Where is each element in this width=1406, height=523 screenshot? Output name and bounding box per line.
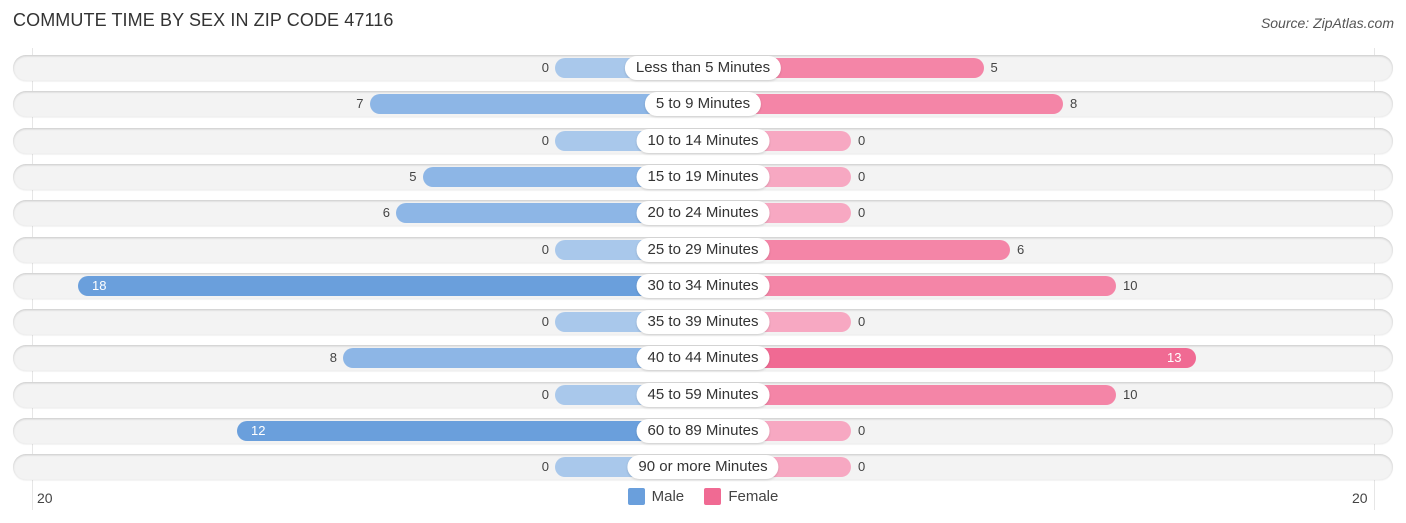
male-value-label: 12: [251, 423, 266, 438]
legend-label-female: Female: [728, 488, 779, 505]
female-value-label: 5: [990, 60, 998, 75]
legend-item-female[interactable]: Female: [704, 488, 778, 505]
category-label: 35 to 39 Minutes: [636, 310, 770, 335]
male-value-label: 0: [541, 459, 549, 475]
female-value-label: 0: [858, 314, 866, 330]
source-label: Source: ZipAtlas.com: [1260, 15, 1394, 31]
legend-swatch-male: [627, 488, 645, 505]
male-value-label: 18: [92, 277, 107, 293]
female-value-label: 8: [1070, 96, 1078, 112]
female-value-label: 0: [858, 132, 866, 148]
category-label: 25 to 29 Minutes: [636, 237, 770, 262]
female-value-label: 10: [1123, 386, 1138, 402]
male-value-label: 0: [541, 60, 549, 75]
male-bar[interactable]: [237, 421, 703, 441]
category-label: 40 to 44 Minutes: [636, 346, 770, 371]
female-value-label: 6: [1017, 241, 1025, 257]
legend-label-male: Male: [651, 488, 685, 505]
female-value-label: 0: [858, 205, 866, 221]
category-label: 20 to 24 Minutes: [636, 201, 770, 226]
female-value-label: 0: [858, 423, 866, 438]
male-value-label: 0: [541, 132, 549, 148]
category-label: 5 to 9 Minutes: [644, 92, 762, 117]
chart-title: COMMUTE TIME BY SEX IN ZIP CODE 47116: [13, 10, 394, 30]
male-value-label: 7: [356, 96, 364, 112]
female-bar[interactable]: [703, 348, 1196, 369]
category-label: Less than 5 Minutes: [624, 56, 782, 80]
male-value-label: 6: [382, 205, 390, 221]
female-value-label: 0: [858, 168, 866, 184]
female-value-label: 10: [1123, 277, 1138, 293]
category-label: 10 to 14 Minutes: [636, 128, 770, 153]
category-label: 60 to 89 Minutes: [636, 419, 770, 443]
male-value-label: 5: [409, 168, 417, 184]
male-value-label: 8: [329, 350, 337, 366]
male-value-label: 0: [541, 314, 549, 330]
category-label: 90 or more Minutes: [627, 455, 779, 480]
legend: Male Female: [0, 488, 1406, 509]
female-value-label: 13: [1167, 350, 1182, 366]
male-value-label: 0: [541, 241, 549, 257]
male-bar[interactable]: [78, 275, 703, 296]
category-label: 15 to 19 Minutes: [636, 164, 770, 189]
category-label: 30 to 34 Minutes: [636, 273, 770, 298]
female-value-label: 0: [858, 459, 866, 475]
male-value-label: 0: [541, 386, 549, 402]
category-label: 45 to 59 Minutes: [636, 382, 770, 407]
legend-item-male[interactable]: Male: [627, 488, 685, 505]
legend-swatch-female: [704, 488, 722, 505]
